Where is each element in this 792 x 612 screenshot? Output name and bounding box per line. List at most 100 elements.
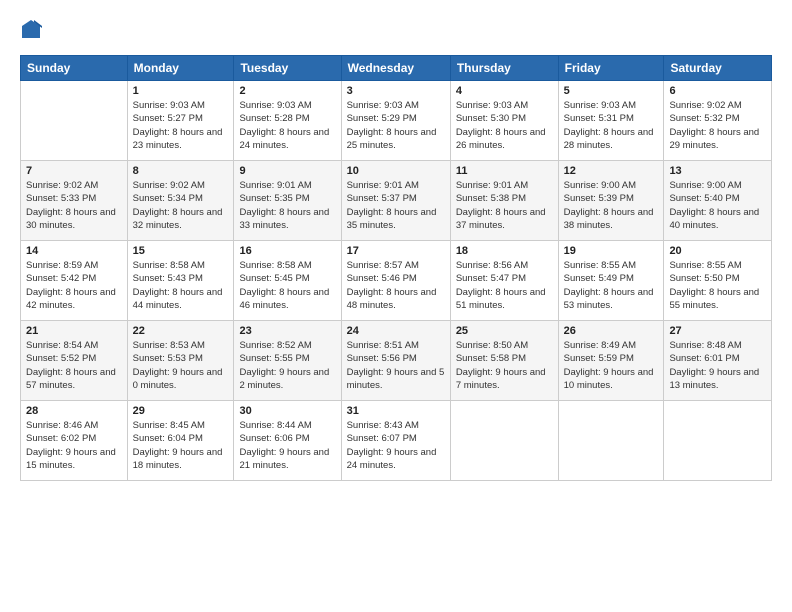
- day-number: 26: [564, 325, 659, 337]
- calendar-cell: 18Sunrise: 8:56 AMSunset: 5:47 PMDayligh…: [450, 241, 558, 321]
- calendar-cell: 25 Sunrise: 8:50 AMSunset: 5:58 PMDayligh…: [450, 321, 558, 401]
- day-info: Sunrise: 8:55 AMSunset: 5:49 PMDaylight:…: [564, 259, 659, 312]
- day-info: Sunrise: 9:02 AMSunset: 5:33 PMDaylight:…: [26, 179, 122, 232]
- calendar-container: SundayMondayTuesdayWednesdayThursdayFrid…: [0, 0, 792, 491]
- day-info: Sunrise: 8:51 AMSunset: 5:56 PMDaylight:…: [347, 339, 445, 392]
- calendar-cell: 22 Sunrise: 8:53 AMSunset: 5:53 PMDayligh…: [127, 321, 234, 401]
- calendar-table: SundayMondayTuesdayWednesdayThursdayFrid…: [20, 55, 772, 481]
- day-number: 8: [133, 165, 229, 177]
- day-number: 17: [347, 245, 445, 257]
- day-info: Sunrise: 9:02 AMSunset: 5:32 PMDaylight:…: [669, 99, 766, 152]
- day-info: Sunrise: 8:48 AMSunset: 6:01 PMDaylight:…: [669, 339, 766, 392]
- calendar-cell: 30Sunrise: 8:44 AMSunset: 6:06 PMDayligh…: [234, 401, 341, 481]
- day-info: Sunrise: 8:52 AMSunset: 5:55 PMDaylight:…: [239, 339, 335, 392]
- day-number: 12: [564, 165, 659, 177]
- day-number: 7: [26, 165, 122, 177]
- day-info: Sunrise: 9:02 AMSunset: 5:34 PMDaylight:…: [133, 179, 229, 232]
- day-info: Sunrise: 9:00 AMSunset: 5:40 PMDaylight:…: [669, 179, 766, 232]
- day-info: Sunrise: 9:01 AMSunset: 5:37 PMDaylight:…: [347, 179, 445, 232]
- day-number: 10: [347, 165, 445, 177]
- day-info: Sunrise: 9:03 AMSunset: 5:27 PMDaylight:…: [133, 99, 229, 152]
- calendar-week-row: 28 Sunrise: 8:46 AMSunset: 6:02 PMDayligh…: [21, 401, 772, 481]
- calendar-cell: [558, 401, 664, 481]
- calendar-cell: 4Sunrise: 9:03 AMSunset: 5:30 PMDaylight…: [450, 81, 558, 161]
- logo-icon: [20, 18, 42, 40]
- day-of-week-header: Tuesday: [234, 56, 341, 81]
- day-number: 3: [347, 85, 445, 97]
- day-info: Sunrise: 8:58 AMSunset: 5:43 PMDaylight:…: [133, 259, 229, 312]
- day-info: Sunrise: 8:46 AMSunset: 6:02 PMDaylight:…: [26, 419, 122, 472]
- calendar-cell: 5 Sunrise: 9:03 AMSunset: 5:31 PMDaylight…: [558, 81, 664, 161]
- day-of-week-header: Friday: [558, 56, 664, 81]
- logo-text: [20, 18, 42, 45]
- day-info: Sunrise: 8:50 AMSunset: 5:58 PMDaylight:…: [456, 339, 553, 392]
- day-number: 13: [669, 165, 766, 177]
- day-info: Sunrise: 8:58 AMSunset: 5:45 PMDaylight:…: [239, 259, 335, 312]
- day-info: Sunrise: 8:59 AMSunset: 5:42 PMDaylight:…: [26, 259, 122, 312]
- day-number: 23: [239, 325, 335, 337]
- day-number: 27: [669, 325, 766, 337]
- day-info: Sunrise: 8:45 AMSunset: 6:04 PMDaylight:…: [133, 419, 229, 472]
- day-number: 6: [669, 85, 766, 97]
- day-info: Sunrise: 9:01 AMSunset: 5:38 PMDaylight:…: [456, 179, 553, 232]
- day-number: 15: [133, 245, 229, 257]
- calendar-cell: 6 Sunrise: 9:02 AMSunset: 5:32 PMDaylight…: [664, 81, 772, 161]
- calendar-cell: 2 Sunrise: 9:03 AMSunset: 5:28 PMDaylight…: [234, 81, 341, 161]
- calendar-header: [20, 18, 772, 45]
- day-number: 24: [347, 325, 445, 337]
- calendar-cell: 27 Sunrise: 8:48 AMSunset: 6:01 PMDayligh…: [664, 321, 772, 401]
- day-info: Sunrise: 8:56 AMSunset: 5:47 PMDaylight:…: [456, 259, 553, 312]
- day-number: 29: [133, 405, 229, 417]
- day-number: 21: [26, 325, 122, 337]
- day-of-week-header: Sunday: [21, 56, 128, 81]
- calendar-cell: 19Sunrise: 8:55 AMSunset: 5:49 PMDayligh…: [558, 241, 664, 321]
- calendar-cell: 10 Sunrise: 9:01 AMSunset: 5:37 PMDayligh…: [341, 161, 450, 241]
- calendar-cell: 12 Sunrise: 9:00 AMSunset: 5:39 PMDayligh…: [558, 161, 664, 241]
- calendar-cell: 9 Sunrise: 9:01 AMSunset: 5:35 PMDaylight…: [234, 161, 341, 241]
- day-info: Sunrise: 8:53 AMSunset: 5:53 PMDaylight:…: [133, 339, 229, 392]
- calendar-cell: 23 Sunrise: 8:52 AMSunset: 5:55 PMDayligh…: [234, 321, 341, 401]
- calendar-cell: 26Sunrise: 8:49 AMSunset: 5:59 PMDayligh…: [558, 321, 664, 401]
- day-number: 31: [347, 405, 445, 417]
- calendar-cell: 8 Sunrise: 9:02 AMSunset: 5:34 PMDaylight…: [127, 161, 234, 241]
- calendar-cell: 13 Sunrise: 9:00 AMSunset: 5:40 PMDayligh…: [664, 161, 772, 241]
- calendar-cell: 14Sunrise: 8:59 AMSunset: 5:42 PMDayligh…: [21, 241, 128, 321]
- calendar-cell: 28 Sunrise: 8:46 AMSunset: 6:02 PMDayligh…: [21, 401, 128, 481]
- day-number: 16: [239, 245, 335, 257]
- calendar-cell: 29 Sunrise: 8:45 AMSunset: 6:04 PMDayligh…: [127, 401, 234, 481]
- day-number: 28: [26, 405, 122, 417]
- logo: [20, 18, 46, 45]
- day-info: Sunrise: 9:00 AMSunset: 5:39 PMDaylight:…: [564, 179, 659, 232]
- day-of-week-header: Wednesday: [341, 56, 450, 81]
- day-info: Sunrise: 9:03 AMSunset: 5:28 PMDaylight:…: [239, 99, 335, 152]
- day-of-week-header: Thursday: [450, 56, 558, 81]
- calendar-cell: 3 Sunrise: 9:03 AMSunset: 5:29 PMDaylight…: [341, 81, 450, 161]
- day-of-week-header: Saturday: [664, 56, 772, 81]
- calendar-cell: 20 Sunrise: 8:55 AMSunset: 5:50 PMDayligh…: [664, 241, 772, 321]
- day-number: 9: [239, 165, 335, 177]
- calendar-cell: [21, 81, 128, 161]
- day-info: Sunrise: 9:01 AMSunset: 5:35 PMDaylight:…: [239, 179, 335, 232]
- calendar-cell: 31Sunrise: 8:43 AMSunset: 6:07 PMDayligh…: [341, 401, 450, 481]
- day-info: Sunrise: 9:03 AMSunset: 5:29 PMDaylight:…: [347, 99, 445, 152]
- day-number: 2: [239, 85, 335, 97]
- calendar-cell: [664, 401, 772, 481]
- day-number: 20: [669, 245, 766, 257]
- day-number: 11: [456, 165, 553, 177]
- calendar-cell: 21 Sunrise: 8:54 AMSunset: 5:52 PMDayligh…: [21, 321, 128, 401]
- calendar-cell: 15 Sunrise: 8:58 AMSunset: 5:43 PMDayligh…: [127, 241, 234, 321]
- day-info: Sunrise: 8:44 AMSunset: 6:06 PMDaylight:…: [239, 419, 335, 472]
- day-info: Sunrise: 9:03 AMSunset: 5:31 PMDaylight:…: [564, 99, 659, 152]
- day-number: 5: [564, 85, 659, 97]
- day-info: Sunrise: 9:03 AMSunset: 5:30 PMDaylight:…: [456, 99, 553, 152]
- calendar-cell: 16 Sunrise: 8:58 AMSunset: 5:45 PMDayligh…: [234, 241, 341, 321]
- day-number: 25: [456, 325, 553, 337]
- day-number: 22: [133, 325, 229, 337]
- day-number: 1: [133, 85, 229, 97]
- calendar-cell: 17Sunrise: 8:57 AMSunset: 5:46 PMDayligh…: [341, 241, 450, 321]
- day-info: Sunrise: 8:55 AMSunset: 5:50 PMDaylight:…: [669, 259, 766, 312]
- calendar-week-row: 1 Sunrise: 9:03 AMSunset: 5:27 PMDaylight…: [21, 81, 772, 161]
- calendar-cell: 24 Sunrise: 8:51 AMSunset: 5:56 PMDayligh…: [341, 321, 450, 401]
- calendar-header-row: SundayMondayTuesdayWednesdayThursdayFrid…: [21, 56, 772, 81]
- day-info: Sunrise: 8:54 AMSunset: 5:52 PMDaylight:…: [26, 339, 122, 392]
